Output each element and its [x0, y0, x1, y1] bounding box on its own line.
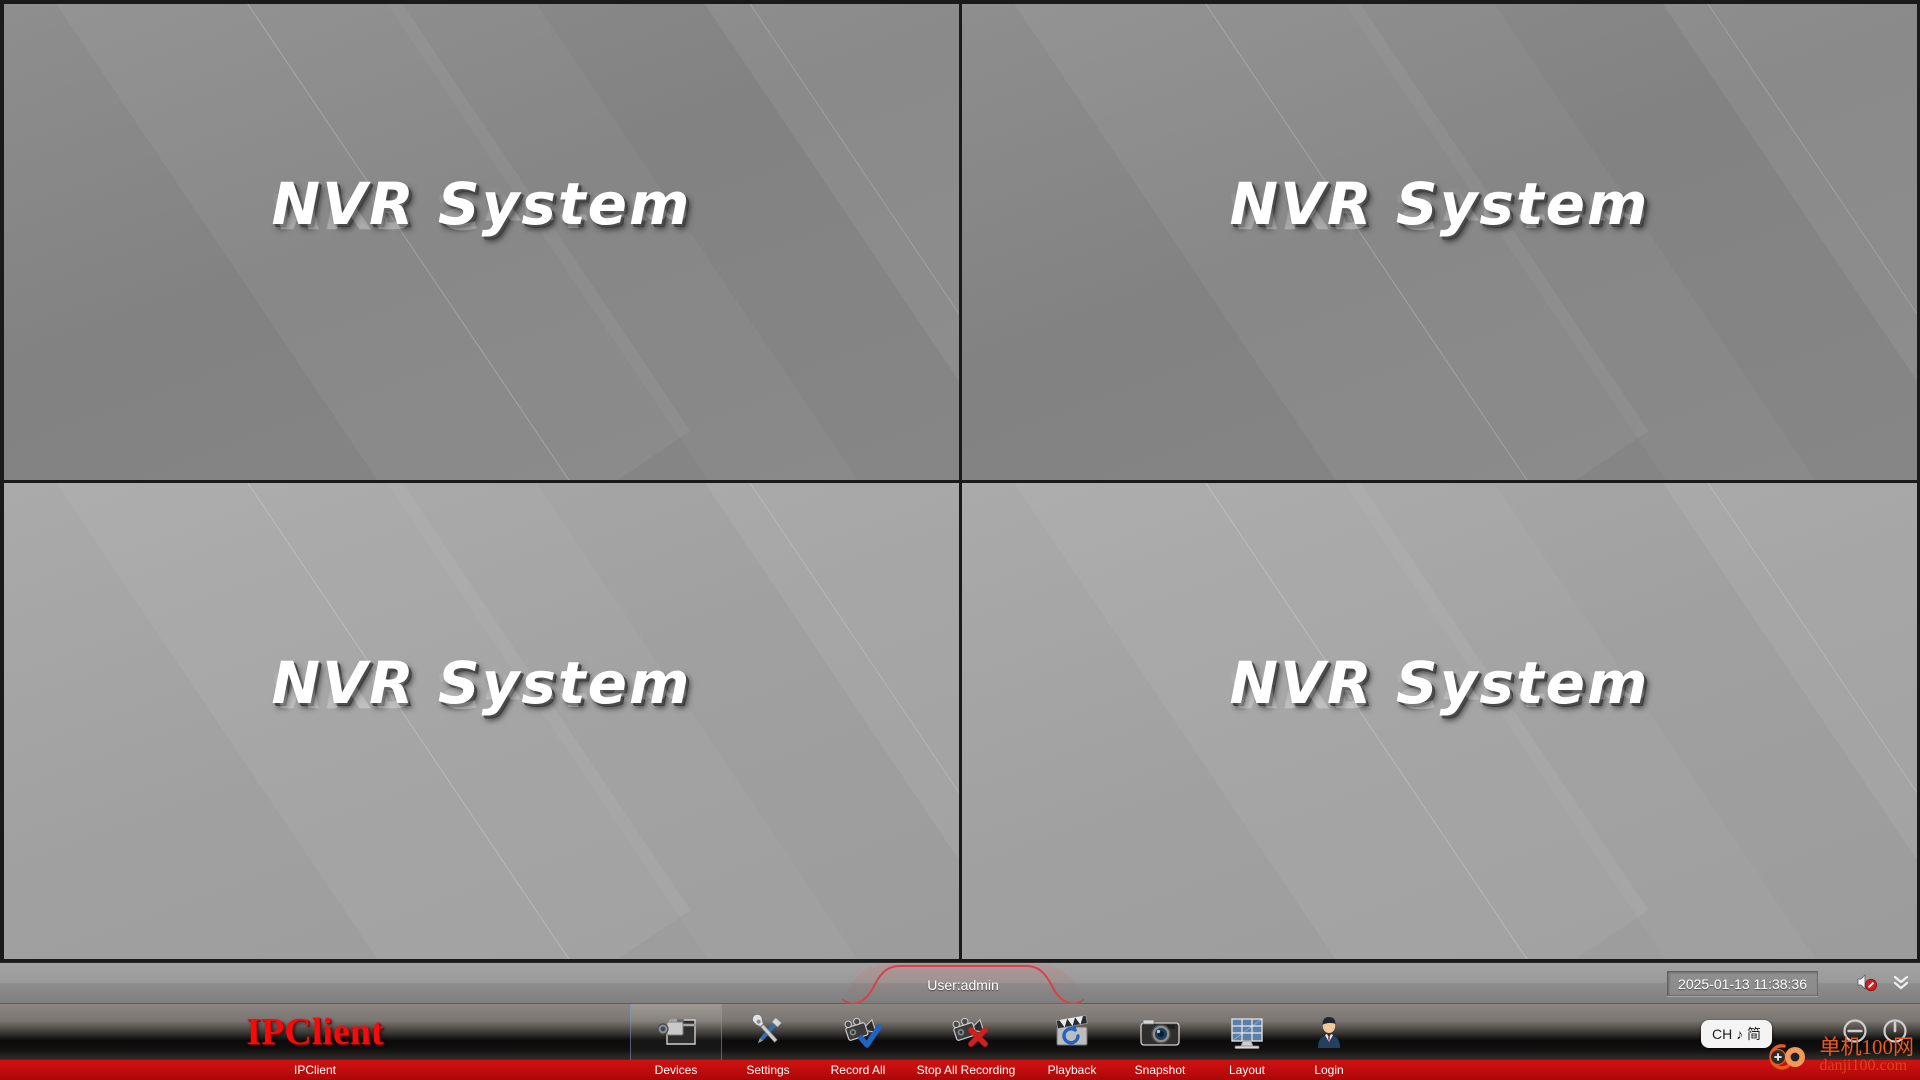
decorative-swoosh: [252, 483, 914, 959]
toolbar-label: Stop All Recording: [916, 1063, 1016, 1077]
status-bar: User:admin 2025-01-13 11:38:36: [0, 962, 1920, 1005]
toolbar-button-stop-all-recording[interactable]: Stop All Recording: [902, 1004, 1030, 1080]
camcorder-check-icon: [844, 1017, 881, 1048]
pane-placeholder: NVR System NVR System: [4, 654, 959, 772]
toolbar-button-record-all[interactable]: Record All: [814, 1004, 902, 1080]
decorative-swoosh: [882, 4, 959, 480]
decorative-swoosh: [1840, 4, 1917, 480]
pane-placeholder-text: NVR System: [271, 170, 692, 239]
decorative-swoosh: [615, 483, 959, 959]
video-pane-channel-1[interactable]: NVR System NVR System: [4, 4, 959, 480]
minimize-circle-icon[interactable]: [1842, 1018, 1868, 1044]
application-window: NVR System NVR System NVR System NVR Sys…: [0, 0, 1920, 1080]
user-tab-label: User:admin: [927, 976, 999, 993]
decorative-swoosh: [1210, 483, 1872, 959]
toolbar-button-playback[interactable]: Playback: [1030, 1004, 1114, 1080]
app-logo-text: IPClient: [246, 1011, 384, 1053]
decorative-swoosh-line: [1076, 4, 1637, 480]
monitor-grid-icon: [1231, 1018, 1263, 1049]
pane-placeholder-reflection: NVR System: [1229, 660, 1650, 719]
decorative-swoosh: [252, 4, 914, 480]
toolbar-icon-slot: [814, 1004, 902, 1060]
toolbar-icon-slot: [630, 1004, 722, 1060]
camcorder-cross-icon: [952, 1017, 988, 1047]
pane-placeholder-text: NVR System: [1229, 649, 1650, 718]
tray-icons: [1856, 972, 1910, 992]
toolbar-icon-slot: [722, 1004, 814, 1060]
pane-placeholder-reflection: NVR System: [271, 181, 692, 240]
toolbar-label: Record All: [830, 1063, 886, 1077]
toolbar-icon-slot: [1114, 1004, 1206, 1060]
toolbar-label: Devices: [654, 1063, 698, 1077]
decorative-swoosh: [4, 483, 690, 959]
decorative-swoosh: [4, 4, 690, 480]
decorative-swoosh: [615, 4, 959, 480]
pane-placeholder: NVR System NVR System: [962, 175, 1917, 293]
pane-placeholder-text: NVR System: [1229, 170, 1650, 239]
video-pane-channel-4[interactable]: NVR System NVR System: [962, 483, 1917, 959]
video-pane-channel-2[interactable]: NVR System NVR System: [962, 4, 1917, 480]
toolbar-label: Settings: [746, 1063, 790, 1077]
toolbar-icon-slot: [1206, 1004, 1288, 1060]
decorative-swoosh: [962, 4, 1648, 480]
pane-placeholder: NVR System NVR System: [962, 654, 1917, 772]
app-logo: IPClient: [0, 1004, 630, 1060]
user-avatar-icon: [1318, 1017, 1340, 1048]
ime-indicator[interactable]: CH ♪ 简: [1701, 1020, 1772, 1048]
decorative-swoosh-line: [1611, 483, 1917, 959]
decorative-swoosh-line: [118, 483, 679, 959]
toolbar-icon-slot: [1030, 1004, 1114, 1060]
photo-camera-icon: [1140, 1019, 1180, 1046]
toolbar-label: Layout: [1228, 1063, 1266, 1077]
toolbar-button-login[interactable]: Login: [1288, 1004, 1370, 1080]
toolbar-label: Playback: [1047, 1063, 1097, 1077]
camera-folder-icon: [657, 1019, 696, 1045]
decorative-swoosh: [962, 483, 1648, 959]
decorative-swoosh: [882, 483, 959, 959]
toolbar-button-devices[interactable]: Devices: [630, 1004, 722, 1080]
decorative-swoosh: [1573, 483, 1917, 959]
toolbar-items: Devices Settings Record All Stop All Rec…: [630, 1004, 1370, 1080]
pane-placeholder-reflection: NVR System: [271, 660, 692, 719]
toolbar-icon-slot: [1288, 1004, 1370, 1060]
video-pane-channel-3[interactable]: NVR System NVR System: [4, 483, 959, 959]
toolbar-button-settings[interactable]: Settings: [722, 1004, 814, 1080]
decorative-swoosh: [1573, 4, 1917, 480]
toolbar-label: Login: [1314, 1063, 1344, 1077]
toolbar-button-snapshot[interactable]: Snapshot: [1114, 1004, 1206, 1080]
ime-indicator-text: CH ♪ 简: [1712, 1026, 1761, 1042]
toolbar-button-layout[interactable]: Layout: [1206, 1004, 1288, 1080]
main-toolbar: IPClient IPClient Devices Settings Recor…: [0, 1004, 1920, 1080]
decorative-swoosh-line: [1076, 483, 1637, 959]
toolbar-label: Snapshot: [1134, 1063, 1186, 1077]
video-grid: NVR System NVR System NVR System NVR Sys…: [0, 0, 1920, 962]
app-logo-label: IPClient: [293, 1063, 337, 1077]
timestamp-value: 2025-01-13 11:38:36: [1678, 975, 1807, 992]
decorative-swoosh-line: [1611, 4, 1917, 480]
window-controls: [1842, 1018, 1908, 1044]
decorative-swoosh-line: [653, 4, 959, 480]
wrench-screwdriver-icon: [751, 1014, 783, 1044]
pane-placeholder-reflection: NVR System: [1229, 181, 1650, 240]
power-circle-icon[interactable]: [1882, 1018, 1908, 1044]
toolbar-icon-slot: [902, 1004, 1030, 1060]
speaker-muted-icon[interactable]: [1856, 972, 1878, 992]
chevron-double-down-icon[interactable]: [1892, 973, 1910, 991]
pane-placeholder-text: NVR System: [271, 649, 692, 718]
timestamp-display: 2025-01-13 11:38:36: [1667, 971, 1818, 996]
pane-placeholder: NVR System NVR System: [4, 175, 959, 293]
decorative-swoosh: [1840, 483, 1917, 959]
decorative-swoosh: [1210, 4, 1872, 480]
user-tab[interactable]: User:admin: [838, 964, 1088, 1005]
clapperboard-replay-icon: [1055, 1015, 1088, 1046]
decorative-swoosh-line: [118, 4, 679, 480]
decorative-swoosh-line: [653, 483, 959, 959]
